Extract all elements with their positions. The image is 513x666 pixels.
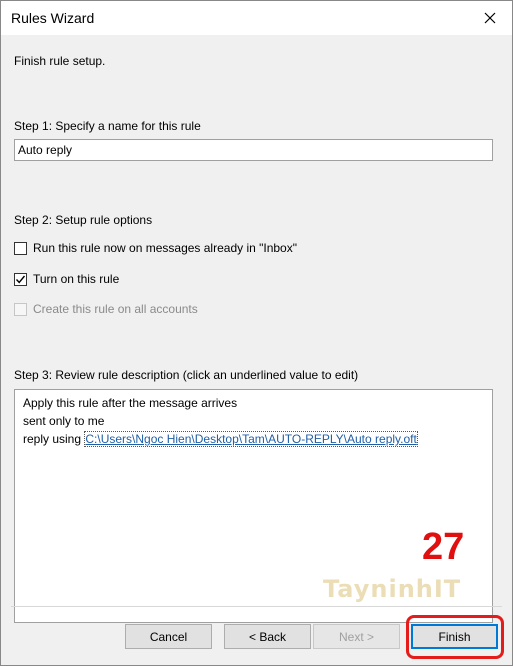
button-separator: [11, 606, 502, 607]
rule-name-input[interactable]: [14, 139, 493, 161]
step2-label: Step 2: Setup rule options: [14, 213, 153, 227]
turn-on-label: Turn on this rule: [33, 272, 120, 286]
cancel-button[interactable]: Cancel: [125, 624, 212, 649]
rules-wizard-window: Rules Wizard Finish rule setup. Step 1: …: [0, 0, 513, 666]
close-button[interactable]: [468, 1, 512, 35]
rule-description-box: Apply this rule after the message arrive…: [14, 389, 493, 623]
intro-text: Finish rule setup.: [14, 54, 106, 68]
all-accounts-label: Create this rule on all accounts: [33, 302, 198, 316]
all-accounts-checkbox: [14, 302, 27, 316]
checkmark-icon: [15, 275, 26, 283]
template-path-link[interactable]: C:\Users\Ngoc Hien\Desktop\Tam\AUTO-REPL…: [84, 431, 418, 447]
turn-on-checkbox[interactable]: [14, 272, 27, 286]
option-all-accounts: Create this rule on all accounts: [14, 302, 198, 316]
description-line-2: sent only to me: [23, 414, 105, 428]
step3-label: Step 3: Review rule description (click a…: [14, 368, 359, 382]
option-run-now[interactable]: Run this rule now on messages already in…: [14, 241, 297, 255]
close-icon: [484, 12, 496, 24]
run-now-checkbox[interactable]: [14, 241, 27, 255]
title-bar: Rules Wizard: [1, 1, 512, 35]
description-line-1: Apply this rule after the message arrive…: [23, 396, 238, 410]
description-line-3: reply using C:\Users\Ngoc Hien\Desktop\T…: [23, 430, 484, 448]
back-button[interactable]: < Back: [224, 624, 311, 649]
option-turn-on[interactable]: Turn on this rule: [14, 272, 119, 286]
run-now-label: Run this rule now on messages already in…: [33, 241, 297, 255]
next-button: Next >: [313, 624, 400, 649]
reply-using-text: reply using: [23, 432, 85, 446]
wizard-content: Finish rule setup. Step 1: Specify a nam…: [1, 35, 512, 665]
window-title: Rules Wizard: [11, 10, 95, 26]
step1-label: Step 1: Specify a name for this rule: [14, 119, 201, 133]
finish-button[interactable]: Finish: [411, 624, 498, 649]
step-number-annotation: 27: [422, 526, 465, 568]
